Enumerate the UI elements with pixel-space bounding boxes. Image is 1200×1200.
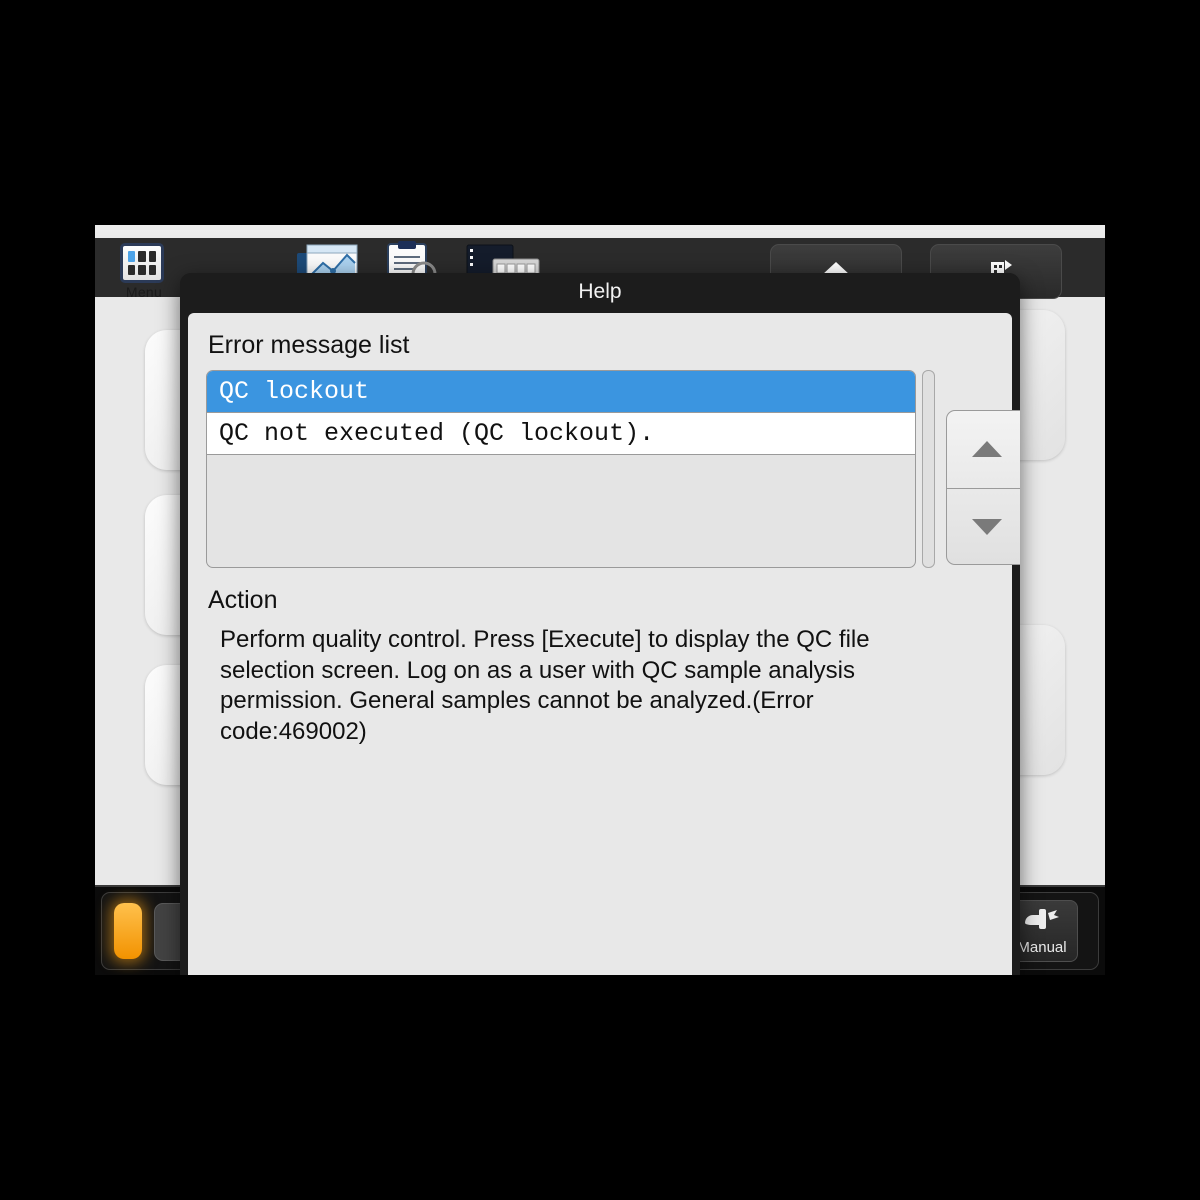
error-message-list[interactable]: QC lockout QC not executed (QC lockout).	[206, 370, 916, 568]
error-list-label: Error message list	[208, 331, 410, 359]
menu-button-label: Menu	[125, 284, 163, 300]
error-list-region: QC lockout QC not executed (QC lockout).	[206, 370, 1020, 568]
hand-tube-icon	[1025, 909, 1059, 929]
action-text: Perform quality control. Press [Execute]…	[220, 626, 870, 746]
analyzer-screen: al Menu	[95, 225, 1105, 975]
triangle-up-icon	[972, 441, 1002, 458]
action-label: Action	[208, 586, 278, 614]
dialog-body: Error message list QC lockout QC not exe…	[188, 313, 1020, 975]
list-item[interactable]: QC lockout	[207, 371, 915, 413]
scroll-up-button[interactable]	[947, 411, 1020, 489]
menu-button[interactable]: Menu	[120, 243, 168, 300]
menu-grid-icon	[120, 243, 164, 283]
triangle-down-icon	[972, 518, 1002, 535]
scroll-buttons	[946, 410, 1020, 565]
manual-button-label: Manual	[1017, 939, 1067, 956]
help-dialog: Help Error message list QC lockout QC no…	[180, 273, 1020, 975]
scroll-down-button[interactable]	[947, 489, 1020, 565]
list-scrollbar[interactable]	[922, 370, 935, 568]
status-led	[114, 903, 142, 959]
dialog-title: Help	[180, 273, 1020, 311]
list-item[interactable]: QC not executed (QC lockout).	[207, 413, 915, 455]
